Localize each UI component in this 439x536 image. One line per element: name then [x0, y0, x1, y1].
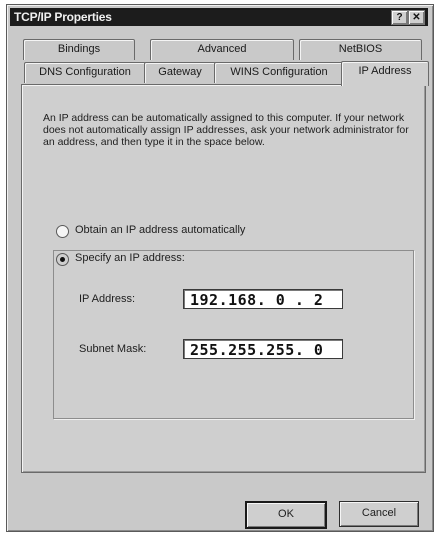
specify-ip-group	[53, 250, 414, 419]
tab-dns-configuration[interactable]: DNS Configuration	[24, 62, 146, 83]
tab-wins-configuration[interactable]: WINS Configuration	[214, 62, 344, 83]
description-text: An IP address can be automatically assig…	[43, 112, 409, 148]
tab-label: Bindings	[57, 43, 101, 55]
obtain-ip-radio[interactable]	[56, 225, 69, 238]
tab-gateway[interactable]: Gateway	[144, 62, 216, 83]
tab-label: DNS Configuration	[39, 66, 131, 78]
tab-label: Gateway	[158, 66, 202, 78]
help-icon[interactable]: ?	[391, 10, 408, 25]
specify-ip-label[interactable]: Specify an IP address:	[75, 252, 188, 264]
tcpip-properties-dialog: TCP/IP Properties ? ✕ Bindings Advanced …	[6, 4, 434, 532]
ok-button[interactable]: OK	[245, 501, 327, 529]
tab-label: IP Address	[358, 65, 412, 77]
tab-label: WINS Configuration	[230, 66, 328, 78]
tab-label: NetBIOS	[338, 43, 383, 55]
tab-bindings[interactable]: Bindings	[23, 39, 135, 60]
obtain-ip-label[interactable]: Obtain an IP address automatically	[75, 224, 245, 236]
cancel-button[interactable]: Cancel	[339, 501, 419, 527]
tab-netbios[interactable]: NetBIOS	[299, 39, 422, 60]
dialog-title: TCP/IP Properties	[14, 10, 112, 24]
specify-ip-radio[interactable]	[56, 253, 69, 266]
ip-address-panel: An IP address can be automatically assig…	[21, 84, 426, 473]
subnet-mask-input[interactable]: 255.255.255. 0	[183, 339, 343, 359]
subnet-mask-label: Subnet Mask:	[79, 343, 147, 355]
tab-advanced[interactable]: Advanced	[150, 39, 294, 60]
close-icon[interactable]: ✕	[408, 10, 425, 25]
radio-selected-dot	[60, 257, 65, 262]
title-bar[interactable]: TCP/IP Properties ? ✕	[10, 8, 428, 26]
tab-ip-address[interactable]: IP Address	[341, 61, 429, 86]
tab-label: Advanced	[197, 43, 247, 55]
ip-address-input[interactable]: 192.168. 0 . 2	[183, 289, 343, 309]
ip-address-label: IP Address:	[79, 293, 136, 305]
